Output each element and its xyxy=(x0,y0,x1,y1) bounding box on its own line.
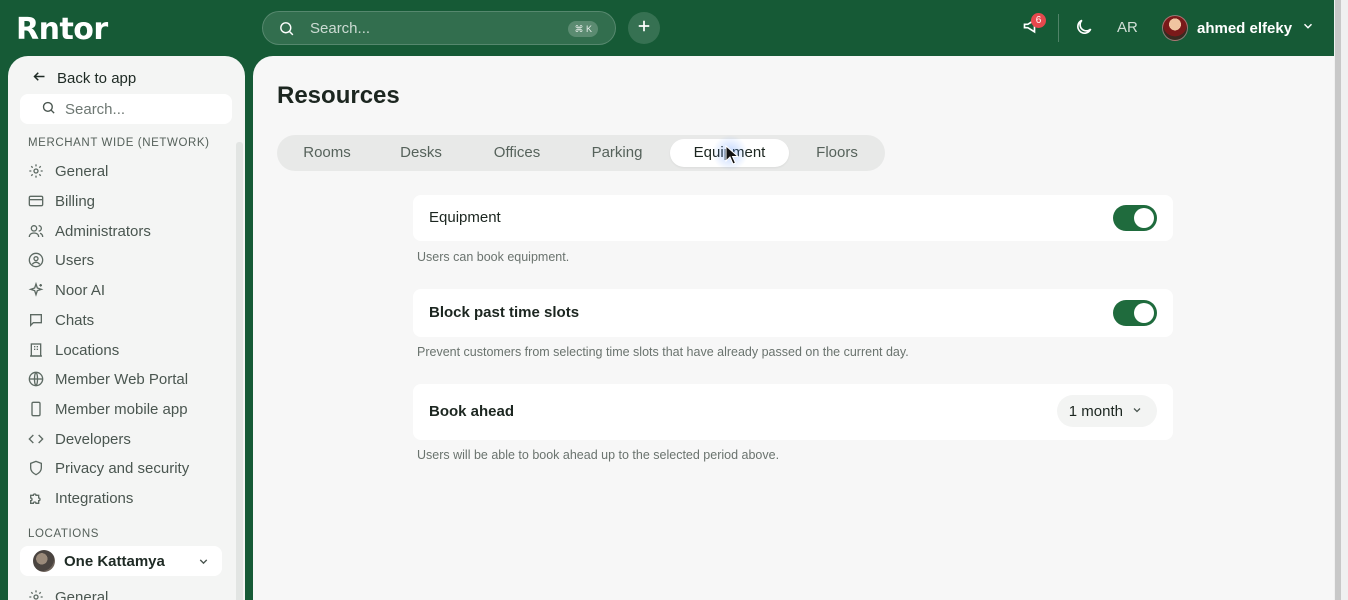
block-past-slots-toggle[interactable] xyxy=(1113,300,1157,326)
location-selected-label: One Kattamya xyxy=(64,552,165,570)
equipment-toggle[interactable] xyxy=(1113,205,1157,231)
section-label-locations: LOCATIONS xyxy=(28,528,100,540)
block-past-slots-label: Block past time slots xyxy=(429,304,580,321)
code-icon xyxy=(28,431,44,447)
sidebar-item-noor-ai[interactable]: Noor AI xyxy=(28,279,105,301)
plus-icon xyxy=(637,19,651,38)
settings-sidebar: Back to app Search... MERCHANT WIDE (NET… xyxy=(8,56,245,600)
location-select[interactable]: One Kattamya xyxy=(20,546,222,576)
user-menu[interactable]: ahmed elfeky xyxy=(1162,14,1315,42)
sidebar-item-member-mobile-app[interactable]: Member mobile app xyxy=(28,398,188,420)
dark-mode-toggle[interactable] xyxy=(1074,17,1096,39)
notifications-button[interactable]: 6 xyxy=(1022,13,1046,40)
toggle-knob xyxy=(1134,208,1154,228)
sidebar-item-label: Locations xyxy=(55,341,120,359)
sidebar-item-label: Chats xyxy=(55,311,95,329)
sidebar-item-label: Member Web Portal xyxy=(55,370,189,388)
sidebar-item-general[interactable]: General xyxy=(28,160,108,182)
book-ahead-row: Book ahead 1 month xyxy=(413,384,1173,440)
avatar xyxy=(1162,15,1188,41)
sidebar-item-administrators[interactable]: Administrators xyxy=(28,220,151,242)
user-name: ahmed elfeky xyxy=(1197,19,1293,37)
sidebar-item-label: Integrations xyxy=(55,489,134,507)
global-search-placeholder: Search... xyxy=(310,20,371,37)
tab-parking[interactable]: Parking xyxy=(567,139,667,167)
sidebar-item-member-web-portal[interactable]: Member Web Portal xyxy=(28,368,188,390)
sidebar-scrollbar[interactable] xyxy=(236,142,243,600)
chevron-down-icon xyxy=(1123,403,1143,420)
gear-icon xyxy=(28,589,44,600)
sidebar-item-locations[interactable]: Locations xyxy=(28,339,119,361)
topbar-divider xyxy=(1058,14,1059,42)
sidebar-item-label: Noor AI xyxy=(55,281,106,299)
sidebar-item-label: Member mobile app xyxy=(55,400,188,418)
sidebar-item-label: General xyxy=(55,588,109,600)
equipment-setting-row: Equipment xyxy=(413,195,1173,241)
sidebar-item-billing[interactable]: Billing xyxy=(28,190,95,212)
globe-icon xyxy=(28,371,44,387)
page-title: Resources xyxy=(277,82,400,109)
search-shortcut-badge: ⌘ K xyxy=(568,21,598,37)
chevron-down-icon xyxy=(1301,19,1315,38)
moon-icon xyxy=(1074,19,1094,41)
language-switch[interactable]: AR xyxy=(1117,19,1138,36)
sidebar-item-developers[interactable]: Developers xyxy=(28,428,131,450)
mouse-pointer-icon xyxy=(725,144,741,170)
tab-floors[interactable]: Floors xyxy=(791,139,883,167)
users-icon xyxy=(28,223,44,239)
sidebar-item-users[interactable]: Users xyxy=(28,249,94,271)
top-bar: Rntor Search... ⌘ K 6 AR ahmed elfeky xyxy=(0,0,1334,56)
sidebar-item-label: Billing xyxy=(55,192,96,210)
section-label-network: MERCHANT WIDE (NETWORK) xyxy=(28,137,210,149)
book-ahead-label: Book ahead xyxy=(429,403,515,420)
sidebar-item-label: Users xyxy=(55,251,95,269)
back-to-app-link[interactable]: Back to app xyxy=(32,69,136,88)
chat-icon xyxy=(28,312,44,328)
shield-icon xyxy=(28,460,44,476)
user-circle-icon xyxy=(28,252,44,268)
notification-count-badge: 6 xyxy=(1031,13,1046,28)
add-button[interactable] xyxy=(628,12,660,44)
chevron-down-icon xyxy=(197,555,210,573)
sidebar-item-label: Developers xyxy=(55,430,131,448)
resource-tabs: Rooms Desks Offices Parking Equipment Fl… xyxy=(277,135,885,171)
global-search-input[interactable]: Search... ⌘ K xyxy=(262,11,616,45)
credit-card-icon xyxy=(28,193,44,209)
mobile-icon xyxy=(28,401,44,417)
sidebar-search-placeholder: Search... xyxy=(65,100,126,118)
sidebar-item-integrations[interactable]: Integrations xyxy=(28,487,133,509)
book-ahead-select[interactable]: 1 month xyxy=(1056,395,1157,427)
tab-offices[interactable]: Offices xyxy=(469,139,565,167)
location-thumbnail xyxy=(33,550,55,572)
sidebar-item-label: Privacy and security xyxy=(55,459,190,477)
page-scrollbar-thumb[interactable] xyxy=(1335,0,1341,600)
arrow-left-icon xyxy=(32,69,57,88)
page-scrollbar[interactable] xyxy=(1334,0,1348,600)
block-past-slots-helper-text: Prevent customers from selecting time sl… xyxy=(417,345,909,359)
sidebar-search-input[interactable]: Search... xyxy=(20,94,232,124)
sidebar-item-label: Administrators xyxy=(55,222,151,240)
puzzle-icon xyxy=(28,490,44,506)
toggle-knob xyxy=(1134,303,1154,323)
sidebar-item-privacy-and-security[interactable]: Privacy and security xyxy=(28,457,189,479)
equipment-helper-text: Users can book equipment. xyxy=(417,250,570,264)
main-content: Resources Rooms Desks Offices Parking Eq… xyxy=(253,56,1334,600)
back-to-app-label: Back to app xyxy=(57,70,137,87)
sidebar-item-chats[interactable]: Chats xyxy=(28,309,94,331)
book-ahead-value: 1 month xyxy=(1068,402,1123,420)
sidebar-item-location-general[interactable]: General xyxy=(28,586,108,600)
sidebar-item-label: General xyxy=(55,162,109,180)
book-ahead-helper-text: Users will be able to book ahead up to t… xyxy=(417,448,780,462)
search-icon xyxy=(29,100,56,119)
gear-icon xyxy=(28,163,44,179)
tab-desks[interactable]: Desks xyxy=(375,139,467,167)
search-icon xyxy=(278,20,295,42)
tab-rooms[interactable]: Rooms xyxy=(281,139,373,167)
block-past-slots-row: Block past time slots xyxy=(413,289,1173,337)
sparkle-icon xyxy=(28,282,44,298)
building-icon xyxy=(28,342,44,358)
brand-logo[interactable]: Rntor xyxy=(16,12,108,47)
equipment-setting-label: Equipment xyxy=(429,209,501,226)
